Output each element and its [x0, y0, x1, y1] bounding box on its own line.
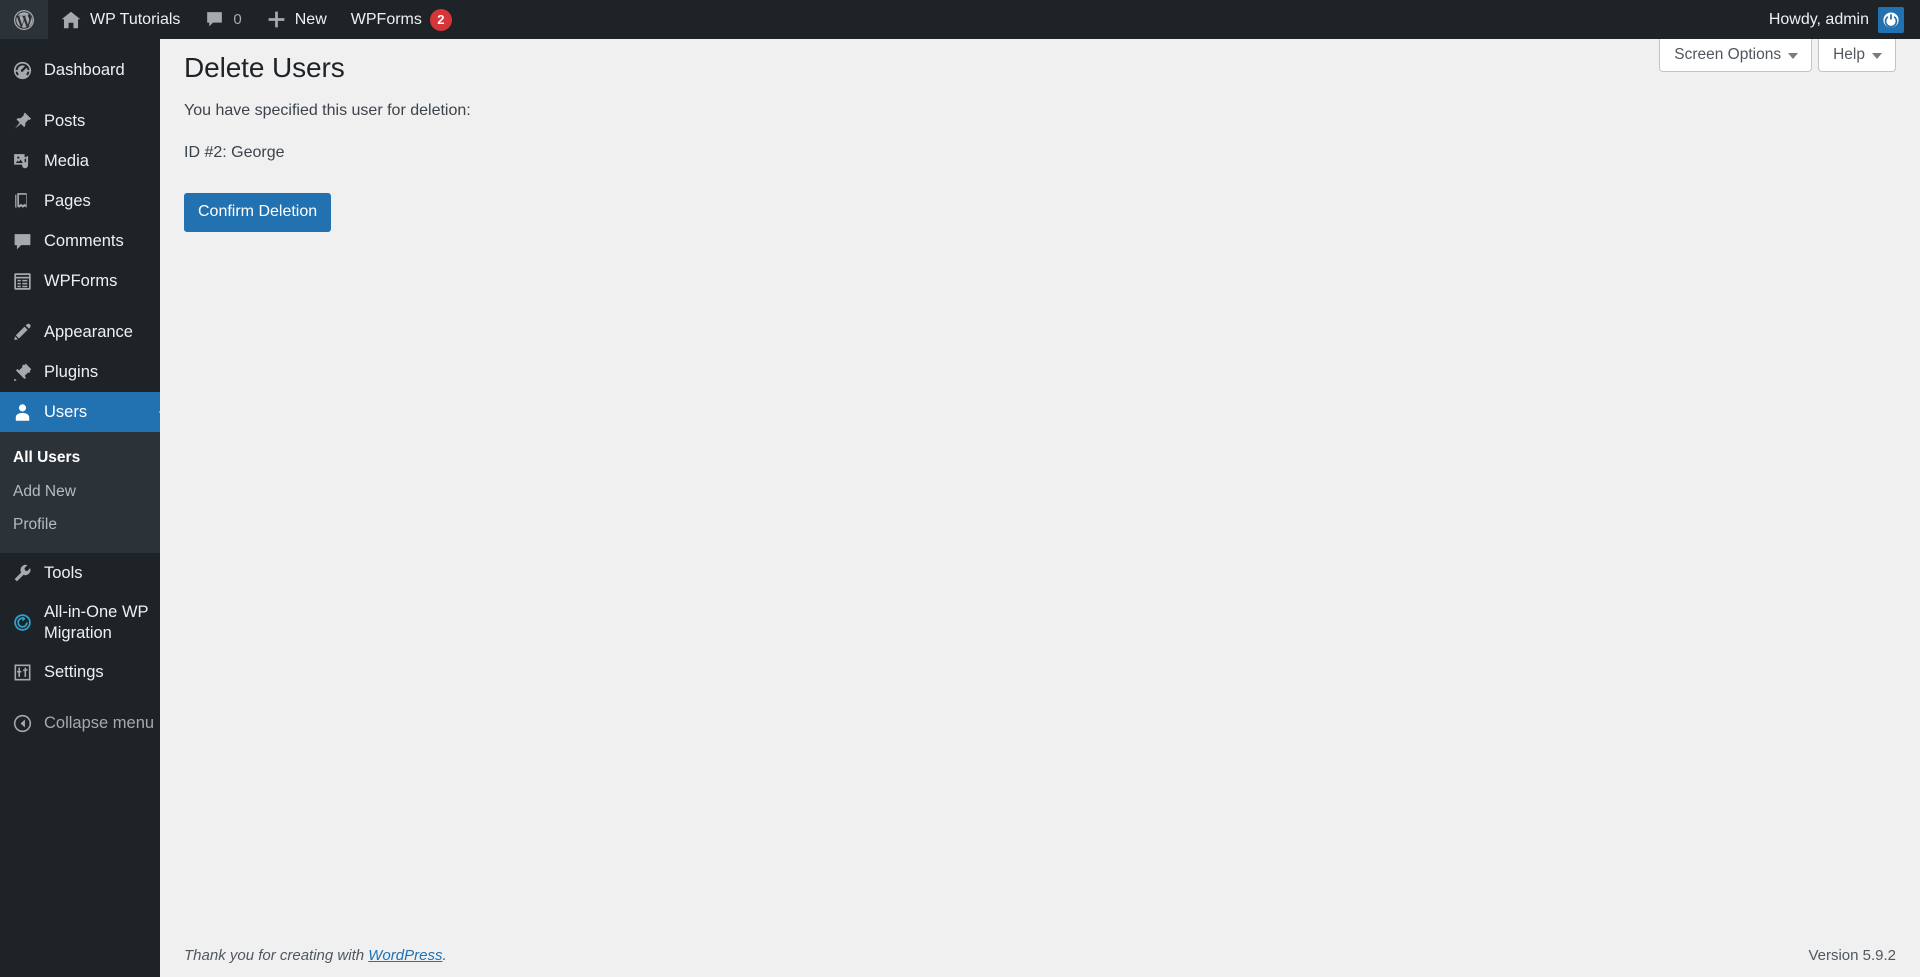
sidebar-item-dashboard[interactable]: Dashboard — [0, 50, 160, 90]
sidebar-item-pages[interactable]: Pages — [0, 181, 160, 221]
sidebar-item-profile[interactable]: Profile — [0, 508, 160, 542]
collapse-menu-label: Collapse menu — [44, 713, 155, 732]
wpforms-label: WPForms — [350, 10, 422, 28]
help-label: Help — [1833, 45, 1865, 63]
footer-thanks-suffix: . — [442, 946, 447, 964]
confirm-deletion-button[interactable]: Confirm Deletion — [184, 193, 332, 233]
home-icon — [60, 9, 82, 31]
wpforms-badge: 2 — [429, 8, 452, 31]
sidebar-item-plugins[interactable]: Plugins — [0, 352, 160, 392]
menu-separator-1 — [0, 90, 160, 101]
sidebar-item-label: Pages — [44, 191, 91, 210]
comment-bubble-icon — [204, 9, 225, 30]
collapse-menu-button[interactable]: Collapse menu — [0, 703, 160, 743]
footer-thankyou: Thank you for creating with WordPress. — [184, 947, 447, 964]
sidebar-item-users[interactable]: Users — [0, 392, 168, 432]
user-to-delete: ID #2: George — [184, 144, 285, 162]
collapse-arrow-icon — [11, 712, 33, 734]
sidebar-item-add-new-user[interactable]: Add New — [0, 475, 160, 509]
users-submenu: All Users Add New Profile — [0, 432, 160, 554]
new-label: New — [294, 10, 327, 28]
sidebar-item-label: Posts — [44, 111, 86, 130]
screen-options-label: Screen Options — [1674, 45, 1782, 63]
sidebar-item-label: Users — [44, 402, 88, 421]
comments-icon — [11, 230, 33, 252]
footer-thanks-prefix: Thank you for creating with — [184, 946, 369, 964]
sidebar-item-label: All-in-One WP Migration — [44, 603, 149, 642]
admin-footer: Thank you for creating with WordPress. V… — [160, 933, 1920, 977]
settings-icon — [11, 661, 33, 683]
wp-logo-menu[interactable] — [0, 0, 48, 39]
sidebar-item-media[interactable]: Media — [0, 141, 160, 181]
tools-icon — [11, 562, 33, 584]
plugins-icon — [11, 361, 33, 383]
howdy-label: Howdy, admin — [1768, 10, 1869, 28]
users-icon — [11, 401, 33, 423]
sidebar-item-posts[interactable]: Posts — [0, 101, 160, 141]
pages-icon — [11, 190, 33, 212]
admin-bar-spacer — [464, 0, 1757, 39]
wordpress-link[interactable]: WordPress — [368, 947, 442, 964]
sidebar-item-appearance[interactable]: Appearance — [0, 312, 160, 352]
comments-count: 0 — [233, 11, 242, 28]
page-title: Delete Users — [184, 52, 345, 83]
dashboard-icon — [11, 59, 33, 81]
migration-icon — [11, 612, 33, 634]
appearance-icon — [11, 321, 33, 343]
chevron-down-icon — [1872, 53, 1882, 59]
screen-options-tab[interactable]: Screen Options — [1659, 39, 1813, 72]
chevron-down-icon — [1788, 53, 1799, 59]
wordpress-version: Version 5.9.2 — [1808, 946, 1896, 964]
sidebar-item-label: Plugins — [44, 362, 99, 381]
main-content: Screen Options Help Delete Users You hav… — [160, 39, 1920, 977]
deletion-intro-text: You have specified this user for deletio… — [184, 102, 471, 120]
sidebar-item-label: WPForms — [44, 271, 118, 290]
menu-separator-2 — [0, 301, 160, 312]
sidebar-item-label: Settings — [44, 663, 104, 681]
my-account-menu[interactable]: Howdy, admin — [1757, 0, 1920, 39]
media-icon — [11, 150, 33, 172]
current-menu-arrow — [159, 403, 168, 421]
sidebar-item-all-in-one-wp-migration[interactable]: All-in-One WP Migration — [0, 593, 160, 652]
sidebar-item-label: Dashboard — [44, 60, 125, 79]
new-content-menu[interactable]: New — [254, 0, 339, 39]
comments-menu[interactable]: 0 — [192, 0, 253, 39]
site-name-label: WP Tutorials — [90, 10, 181, 28]
sidebar-item-label: Media — [44, 151, 89, 170]
menu-top-gap — [0, 39, 160, 50]
menu-separator-3 — [0, 692, 160, 703]
sidebar-item-tools[interactable]: Tools — [0, 553, 160, 593]
sidebar-item-comments[interactable]: Comments — [0, 221, 160, 261]
sidebar-item-wpforms[interactable]: WPForms — [0, 261, 160, 301]
sidebar-item-label: Comments — [44, 231, 124, 250]
pin-icon — [11, 110, 33, 132]
screen-meta-links: Screen Options Help — [1653, 39, 1896, 72]
wordpress-logo-icon — [12, 8, 36, 32]
sidebar-item-settings[interactable]: Settings — [0, 652, 160, 692]
plus-icon — [266, 9, 287, 30]
sidebar-item-label: Appearance — [44, 322, 133, 341]
admin-bar: WP Tutorials 0 New WPForms 2 Howdy, admi… — [0, 0, 1920, 39]
sidebar-item-all-users[interactable]: All Users — [0, 441, 160, 475]
help-tab[interactable]: Help — [1818, 39, 1896, 72]
wpforms-menu[interactable]: WPForms 2 — [339, 0, 464, 39]
site-name-menu[interactable]: WP Tutorials — [48, 0, 192, 39]
wpforms-icon — [11, 270, 33, 292]
admin-sidebar-menu: Dashboard Posts Media Pages Comments WPF… — [0, 39, 168, 977]
avatar — [1878, 6, 1904, 33]
sidebar-item-label: Tools — [44, 563, 83, 582]
